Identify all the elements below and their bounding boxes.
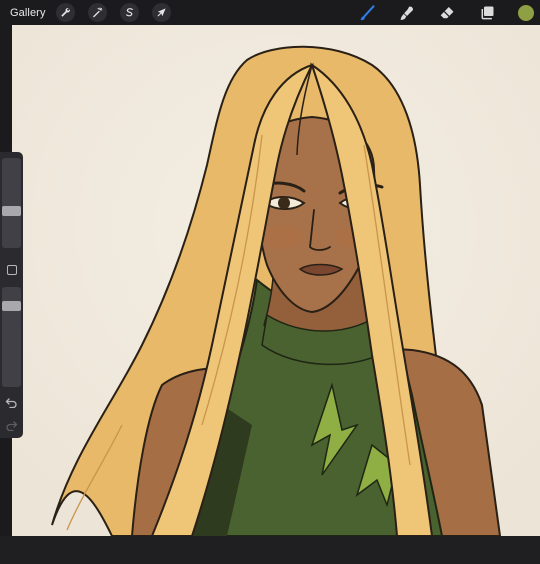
gallery-button[interactable]: Gallery — [10, 7, 46, 19]
brush-size-handle[interactable] — [2, 206, 21, 216]
left-cheek-blush — [262, 225, 302, 249]
right-tool-group — [358, 0, 540, 25]
undo-icon[interactable] — [5, 395, 18, 409]
current-color-swatch[interactable] — [518, 4, 534, 21]
bottom-bar — [0, 536, 540, 564]
eraser-icon[interactable] — [438, 4, 456, 22]
square-icon[interactable] — [7, 265, 17, 275]
wrench-icon[interactable] — [55, 3, 75, 22]
smudge-icon[interactable] — [398, 4, 416, 22]
brush-icon[interactable] — [358, 4, 376, 22]
top-toolbar: Gallery — [0, 0, 540, 25]
layers-icon[interactable] — [478, 4, 496, 22]
selection-s-icon[interactable] — [119, 3, 139, 22]
brush-size-slider[interactable] — [2, 158, 21, 248]
opacity-handle[interactable] — [2, 300, 21, 311]
artwork — [12, 25, 540, 536]
arrow-cursor-icon[interactable] — [151, 3, 171, 22]
left-iris — [278, 197, 290, 209]
drawing-canvas[interactable] — [12, 25, 540, 536]
side-toolbar — [0, 152, 23, 438]
redo-icon[interactable] — [5, 418, 18, 432]
magic-wand-icon[interactable] — [87, 3, 107, 22]
